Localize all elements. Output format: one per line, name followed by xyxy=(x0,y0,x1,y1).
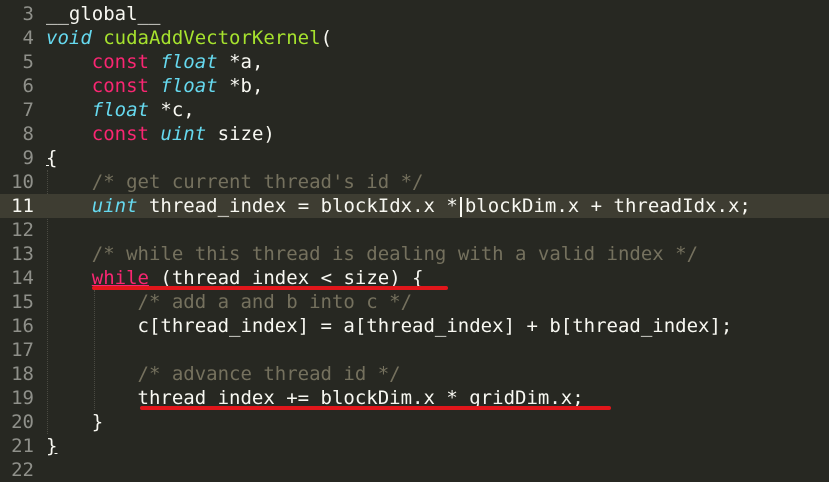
line-number: 13 xyxy=(11,243,34,265)
code-token: const xyxy=(91,51,149,73)
annotation-underline xyxy=(140,406,611,410)
text-cursor xyxy=(459,196,462,217)
line-number: 10 xyxy=(11,171,34,193)
line-number: 21 xyxy=(11,435,34,457)
line-number: 5 xyxy=(22,51,34,73)
code-line-20[interactable]: } xyxy=(46,410,829,434)
code-token: float xyxy=(160,51,218,73)
code-comment: /* add a and b into c */ xyxy=(137,291,413,313)
code-token: { xyxy=(46,147,58,169)
line-number-active: 11 xyxy=(0,194,40,218)
line-number: 6 xyxy=(22,75,34,97)
line-number: 8 xyxy=(22,123,34,145)
line-number: 4 xyxy=(22,27,34,49)
code-token: uint xyxy=(160,123,207,145)
code-line-5[interactable]: const float *a, xyxy=(46,50,829,74)
code-line-15[interactable]: /* add a and b into c */ xyxy=(46,290,829,314)
code-comment: /* get current thread's id */ xyxy=(91,171,424,193)
code-token: thread_index = blockIdx.x * xyxy=(148,195,458,217)
code-token: void xyxy=(46,27,92,49)
line-number: 18 xyxy=(11,363,34,385)
code-line-13[interactable]: /* while this thread is dealing with a v… xyxy=(46,242,829,266)
code-token: const xyxy=(91,75,149,97)
code-token: float xyxy=(160,75,218,97)
code-token: uint xyxy=(91,195,138,217)
code-token: blockDim.x + threadIdx.x; xyxy=(464,195,751,217)
code-token: *c, xyxy=(160,99,195,121)
code-line-16[interactable]: c[thread_index] = a[thread_index] + b[th… xyxy=(46,314,829,338)
code-line-10[interactable]: /* get current thread's id */ xyxy=(46,170,829,194)
code-line-7[interactable]: float *c, xyxy=(46,98,829,122)
code-line-4[interactable]: void cudaAddVectorKernel( xyxy=(46,26,829,50)
code-token: float xyxy=(91,99,149,121)
line-number: 3 xyxy=(22,3,34,25)
code-token: } xyxy=(46,435,58,457)
line-number-gutter: 3 4 5 6 7 8 9 10 11 12 13 14 15 16 17 18… xyxy=(0,0,40,481)
code-line-8[interactable]: const uint size) xyxy=(46,122,829,146)
line-number: 15 xyxy=(11,291,34,313)
code-token: *a, xyxy=(229,51,264,73)
annotation-underline xyxy=(92,286,448,290)
line-number: 17 xyxy=(11,339,34,361)
code-line-11-active[interactable]: uint thread_index = blockIdx.x * blockDim… xyxy=(40,194,829,218)
code-token: c[thread_index] = a[thread_index] + b[th… xyxy=(137,315,733,337)
code-line-6[interactable]: const float *b, xyxy=(46,74,829,98)
code-line-3[interactable]: __global__ xyxy=(46,2,829,26)
line-number: 22 xyxy=(11,459,34,481)
code-line-18[interactable]: /* advance thread id */ xyxy=(46,362,829,386)
code-token: ( xyxy=(320,27,333,49)
code-comment: /* advance thread id */ xyxy=(137,363,401,385)
code-token: __global__ xyxy=(46,3,161,25)
code-token: size) xyxy=(217,123,275,145)
code-token: *b, xyxy=(229,75,264,97)
code-line-21[interactable]: } xyxy=(46,434,829,458)
line-number: 16 xyxy=(11,315,34,337)
code-token: const xyxy=(91,123,149,145)
line-number: 7 xyxy=(22,99,34,121)
line-number: 14 xyxy=(11,267,34,289)
code-comment: /* while this thread is dealing with a v… xyxy=(91,243,699,265)
code-line-9[interactable]: { xyxy=(46,146,829,170)
code-token: cudaAddVectorKernel xyxy=(103,27,321,49)
line-number: 9 xyxy=(22,147,34,169)
line-number: 19 xyxy=(11,387,34,409)
line-number: 12 xyxy=(11,219,34,241)
code-editor[interactable]: 3 4 5 6 7 8 9 10 11 12 13 14 15 16 17 18… xyxy=(0,0,829,481)
line-number: 20 xyxy=(11,411,34,433)
code-token: } xyxy=(91,411,104,433)
